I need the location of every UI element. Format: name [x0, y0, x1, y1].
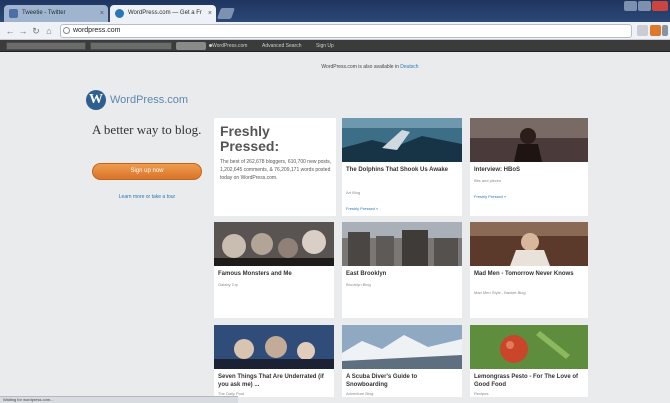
globe-icon	[63, 27, 70, 34]
new-tab-button[interactable]	[216, 8, 236, 19]
post-title[interactable]: Seven Things That Are Underrated (if you…	[218, 373, 330, 389]
username-field[interactable]	[6, 42, 86, 50]
back-icon[interactable]: ←	[4, 25, 16, 37]
browser-status-bar: Waiting for wordpress.com...	[0, 396, 238, 403]
notice-text: WordPress.com is also available in	[321, 64, 399, 70]
window-close-button[interactable]	[652, 1, 668, 11]
post-thumbnail[interactable]	[470, 222, 588, 266]
post-card[interactable]: Mad Men - Tomorrow Never Knows Mad Men S…	[470, 222, 588, 318]
tab-label: Tweetie - Twitter	[22, 10, 66, 16]
post-meta: Art Blog	[346, 190, 361, 195]
post-thumbnail[interactable]	[214, 325, 334, 369]
post-thumbnail[interactable]	[470, 118, 588, 162]
home-icon[interactable]: ⌂	[43, 25, 55, 37]
window-maximize-button[interactable]	[638, 1, 651, 11]
window-minimize-button[interactable]	[624, 1, 637, 11]
tab-tweetie[interactable]: Tweetie - Twitter ×	[4, 5, 108, 22]
post-thumbnail[interactable]	[214, 222, 334, 266]
tab-close-icon[interactable]: ×	[100, 5, 104, 22]
post-title[interactable]: Interview: HBoS	[474, 166, 584, 174]
tab-favicon-icon	[9, 9, 18, 18]
notice-language-link[interactable]: Deutsch	[400, 64, 418, 70]
post-meta: Adventure Blog	[346, 391, 374, 396]
wrench-icon[interactable]	[662, 25, 668, 36]
tagline: A better way to blog.	[92, 122, 202, 137]
post-thumbnail[interactable]	[342, 118, 462, 162]
login-button[interactable]	[176, 42, 206, 50]
freshly-pressed-link[interactable]: Freshly Pressed »	[346, 206, 378, 212]
post-title[interactable]: East Brooklyn	[346, 270, 458, 278]
browser-toolbar: ← → ↻ ⌂ wordpress.com	[0, 22, 670, 40]
admin-link-advanced-search[interactable]: Advanced Search	[262, 41, 301, 51]
reload-icon[interactable]: ↻	[30, 25, 42, 37]
freshly-pressed-description: The best of 262,678 bloggers, 610,700 ne…	[220, 159, 332, 181]
star-icon[interactable]	[637, 25, 648, 36]
post-card[interactable]: East Brooklyn Brooklyn Blog	[342, 222, 462, 318]
post-thumbnail[interactable]	[342, 222, 462, 266]
forward-icon[interactable]: →	[17, 25, 29, 37]
address-url: wordpress.com	[73, 27, 121, 34]
password-field[interactable]	[90, 42, 172, 50]
admin-link-sign-up[interactable]: Sign Up	[316, 41, 334, 51]
post-meta: Gatsby Cry	[218, 282, 239, 287]
browser-tabstrip: Tweetie - Twitter × WordPress.com — Get …	[0, 0, 670, 22]
admin-link-wordpress[interactable]: WordPress.com	[212, 41, 247, 51]
post-card[interactable]: Interview: HBoS Bits and pieces Freshly …	[470, 118, 588, 216]
post-title[interactable]: Mad Men - Tomorrow Never Knows	[474, 270, 584, 278]
post-card[interactable]: Lemongrass Pesto - For The Love of Good …	[470, 325, 588, 397]
post-meta: Bits and pieces	[474, 178, 502, 183]
signup-button[interactable]: Sign up now	[92, 163, 202, 180]
post-meta: Recipes	[474, 391, 489, 396]
tab-favicon-icon	[115, 9, 124, 18]
extension-icon[interactable]	[650, 25, 661, 36]
tab-wordpress[interactable]: WordPress.com — Get a Fr ×	[110, 5, 216, 22]
post-card[interactable]: Famous Monsters and Me Gatsby Cry	[214, 222, 334, 318]
language-notice: WordPress.com is also available in Deuts…	[150, 62, 590, 72]
tab-close-icon[interactable]: ×	[208, 5, 212, 22]
post-title[interactable]: Famous Monsters and Me	[218, 270, 330, 278]
learn-more-link[interactable]: Learn more or take a tour	[92, 193, 202, 201]
post-card[interactable]: The Dolphins That Shook Us Awake Art Blo…	[342, 118, 462, 216]
tab-label: WordPress.com — Get a Fr	[128, 10, 202, 16]
post-meta: Mad Men Style - Basket Blog	[474, 290, 526, 295]
post-card[interactable]: A Scuba Diver's Guide to Snowboarding Ad…	[342, 325, 462, 397]
post-card[interactable]: Seven Things That Are Underrated (if you…	[214, 325, 334, 397]
freshly-pressed-title: Freshly Pressed:	[220, 123, 280, 154]
post-title[interactable]: Lemongrass Pesto - For The Love of Good …	[474, 373, 584, 389]
address-bar[interactable]: wordpress.com	[60, 24, 632, 38]
post-title[interactable]: The Dolphins That Shook Us Awake	[346, 166, 458, 174]
post-thumbnail[interactable]	[470, 325, 588, 369]
freshly-pressed-link[interactable]: Freshly Pressed »	[474, 194, 506, 200]
post-meta: Brooklyn Blog	[346, 282, 371, 287]
wordpress-logo-icon: W	[86, 90, 106, 110]
post-thumbnail[interactable]	[342, 325, 462, 369]
wp-admin-bar: WordPress.com Advanced Search Sign Up	[0, 40, 670, 52]
logo-text: WordPress.com	[110, 94, 189, 106]
freshly-pressed-intro: Freshly Pressed: The best of 262,678 blo…	[214, 118, 336, 216]
post-title[interactable]: A Scuba Diver's Guide to Snowboarding	[346, 373, 458, 389]
